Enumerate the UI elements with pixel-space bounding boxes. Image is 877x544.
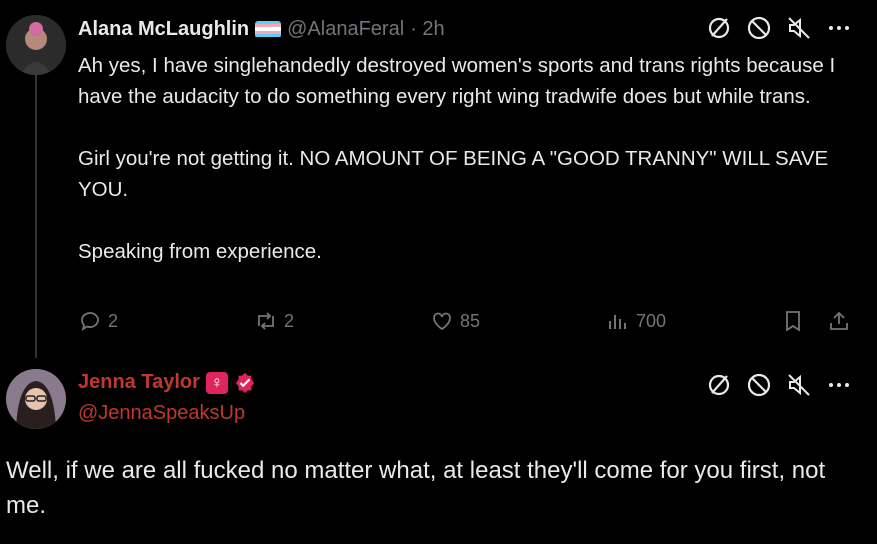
author-handle[interactable]: @AlanaFeral bbox=[287, 18, 404, 41]
tweet-header: Jenna Taylor ♀ bbox=[78, 371, 256, 394]
repost-icon bbox=[258, 312, 274, 330]
author-name[interactable]: Alana McLaughlin bbox=[78, 18, 249, 41]
trans-flag-icon bbox=[255, 20, 282, 38]
tweet-actions: 2 2 85 700 bbox=[78, 304, 858, 338]
verified-badge-icon bbox=[235, 372, 255, 393]
repost-count: 2 bbox=[284, 310, 295, 331]
tweet-text: Ah yes, I have singlehandedly destroyed … bbox=[78, 50, 868, 267]
more-icon[interactable] bbox=[826, 15, 852, 41]
views-icon bbox=[609, 315, 626, 329]
thread-line bbox=[35, 72, 37, 358]
views-count: 700 bbox=[636, 310, 667, 331]
like-button[interactable]: 85 bbox=[430, 309, 480, 333]
female-sign-icon: ♀ bbox=[205, 371, 228, 394]
tweet-paragraph: Speaking from experience. bbox=[78, 240, 322, 263]
views-button[interactable]: 700 bbox=[606, 309, 666, 333]
block-icon[interactable] bbox=[746, 15, 772, 41]
like-icon bbox=[433, 312, 451, 331]
author-name[interactable]: Jenna Taylor bbox=[78, 371, 200, 394]
author-handle[interactable]: @JennaSpeaksUp bbox=[78, 402, 245, 425]
more-icon[interactable] bbox=[826, 372, 852, 398]
reply-count: 2 bbox=[108, 310, 119, 331]
tweet-text: Well, if we are all fucked no matter wha… bbox=[6, 457, 826, 519]
tweet-paragraph: Girl you're not getting it. NO AMOUNT OF… bbox=[78, 147, 829, 201]
bookmark-button[interactable] bbox=[781, 309, 805, 333]
grok-icon[interactable] bbox=[706, 15, 732, 41]
share-button[interactable] bbox=[827, 309, 851, 333]
tweet-paragraph: Ah yes, I have singlehandedly destroyed … bbox=[78, 54, 836, 108]
avatar[interactable] bbox=[6, 369, 66, 429]
timestamp[interactable]: · 2h bbox=[410, 18, 444, 41]
tweet-top-icons bbox=[706, 15, 852, 41]
tweet-top-icons bbox=[706, 372, 852, 398]
mute-icon[interactable] bbox=[786, 372, 812, 398]
repost-button[interactable]: 2 bbox=[254, 309, 294, 333]
block-icon[interactable] bbox=[746, 372, 772, 398]
reply-icon bbox=[81, 312, 99, 331]
grok-icon[interactable] bbox=[706, 372, 732, 398]
mute-icon[interactable] bbox=[786, 15, 812, 41]
avatar[interactable] bbox=[6, 15, 66, 75]
like-count: 85 bbox=[460, 310, 481, 331]
share-icon bbox=[830, 311, 848, 330]
reply-button[interactable]: 2 bbox=[78, 309, 118, 333]
bookmark-icon bbox=[786, 311, 800, 332]
tweet-header: Alana McLaughlin @AlanaFeral · 2h bbox=[78, 17, 445, 41]
